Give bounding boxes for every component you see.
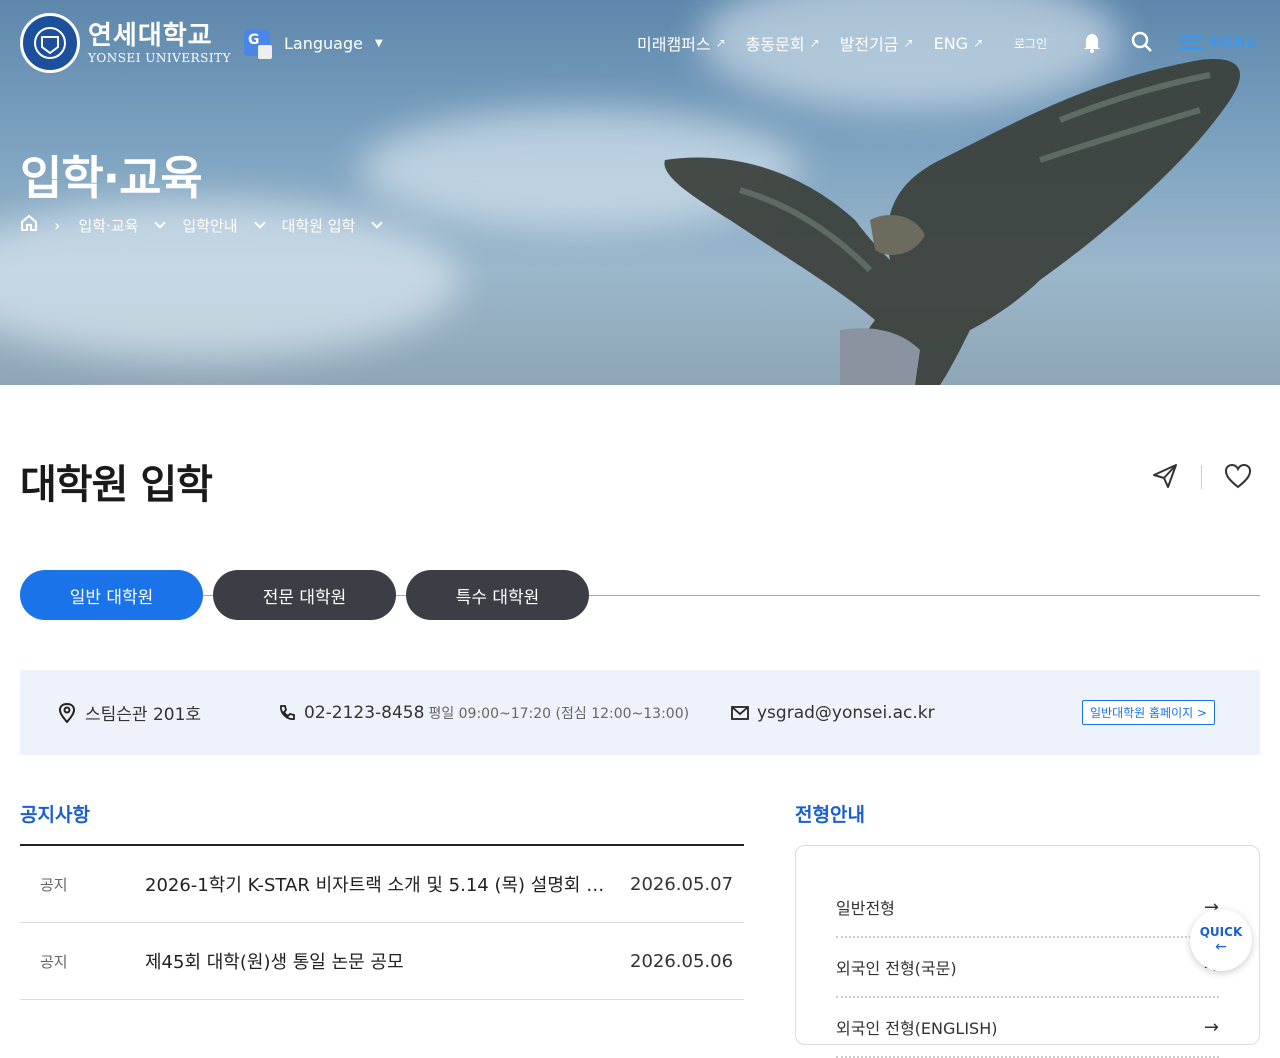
location-pin-icon — [58, 702, 76, 723]
breadcrumb-separator-icon: › — [54, 215, 61, 235]
nav-link-label: 미래캠퍼스 — [637, 35, 711, 54]
language-selector[interactable]: G Language ▼ — [244, 30, 383, 59]
nav-link-development-fund[interactable]: 발전기금 ↗ — [840, 31, 914, 55]
guide-item-foreign-english[interactable]: 외국인 전형(ENGLISH) → — [836, 998, 1219, 1058]
breadcrumb-item[interactable]: 입학·교육 — [78, 215, 138, 236]
divider — [1201, 465, 1202, 489]
home-icon[interactable] — [20, 214, 38, 236]
notice-row[interactable]: 공지 2026-1학기 K-STAR 비자트랙 소개 및 5.14 (목) 설명… — [20, 846, 744, 923]
contact-info-bar: 스팀슨관 201호 02-2123-8458 평일 09:00~17:20 (점… — [20, 670, 1260, 755]
chevron-down-icon[interactable] — [371, 217, 384, 229]
mail-icon — [731, 705, 749, 720]
university-logo[interactable]: 연세대학교 YONSEI UNIVERSITY — [20, 13, 231, 73]
guide-item-label: 일반전형 — [836, 899, 895, 918]
nav-link-label: 발전기금 — [839, 35, 899, 54]
notice-heading[interactable]: 공지사항 — [20, 800, 90, 827]
guide-item-label: 외국인 전형(ENGLISH) — [836, 1019, 998, 1038]
nav-link-alumni[interactable]: 총동문회 ↗ — [746, 31, 820, 55]
notification-bell-icon[interactable] — [1081, 31, 1103, 57]
nav-link-label: 총동문회 — [745, 35, 805, 54]
guide-item-foreign-korean[interactable]: 외국인 전형(국문) → — [836, 938, 1219, 998]
external-arrow-icon: ↗ — [715, 36, 726, 50]
guide-item-general[interactable]: 일반전형 → — [836, 878, 1219, 938]
guide-item-label: 외국인 전형(국문) — [836, 959, 957, 978]
login-link[interactable]: 로그인 — [1014, 35, 1047, 52]
google-translate-icon: G — [244, 30, 272, 59]
nav-link-label: ENG — [933, 33, 969, 53]
chevron-down-icon[interactable] — [253, 217, 266, 229]
notice-tag: 공지 — [40, 952, 68, 971]
favorite-heart-icon[interactable] — [1224, 463, 1252, 493]
email-info: ysgrad@yonsei.ac.kr — [731, 703, 935, 723]
caret-down-icon: ▼ — [374, 37, 383, 49]
notice-title[interactable]: 제45회 대학(원)생 통일 논문 공모 — [145, 948, 620, 974]
notice-row[interactable]: 공지 제45회 대학(원)생 통일 논문 공모 2026.05.06 — [20, 923, 744, 1000]
arrow-left-icon: ← — [1215, 939, 1227, 955]
page-title: 대학원 입학 — [20, 462, 213, 508]
search-icon[interactable] — [1131, 31, 1153, 57]
hero-title: 입학·교육 — [20, 151, 203, 205]
quick-label: QUICK — [1199, 925, 1243, 939]
external-arrow-icon: ↗ — [903, 36, 914, 50]
breadcrumb-item[interactable]: 대학원 입학 — [282, 215, 356, 236]
email-address[interactable]: ysgrad@yonsei.ac.kr — [757, 703, 935, 723]
external-arrow-icon: ↗ — [809, 36, 820, 50]
notice-tag: 공지 — [40, 875, 68, 894]
nav-link-english[interactable]: ENG ↗ — [934, 34, 984, 53]
breadcrumb-item[interactable]: 입학안내 — [182, 215, 237, 236]
university-seal-icon — [20, 13, 80, 73]
tab-special-graduate[interactable]: 특수 대학원 — [406, 570, 589, 620]
top-navigation-bar: 연세대학교 YONSEI UNIVERSITY G Language ▼ 미래캠… — [0, 0, 1280, 86]
notice-date: 2026.05.06 — [630, 950, 734, 972]
nav-link-future-campus[interactable]: 미래캠퍼스 ↗ — [637, 31, 726, 55]
tab-baseline — [20, 595, 1260, 596]
menu-button[interactable]: MENU — [1180, 31, 1258, 53]
phone-info: 02-2123-8458 평일 09:00~17:20 (점심 12:00~13… — [278, 703, 689, 723]
top-nav-links: 미래캠퍼스 ↗ 총동문회 ↗ 발전기금 ↗ ENG ↗ — [637, 31, 1003, 55]
share-icon[interactable] — [1151, 462, 1179, 494]
external-arrow-icon: ↗ — [973, 36, 984, 50]
hamburger-icon — [1180, 31, 1204, 53]
logo-korean-text: 연세대학교 — [88, 21, 213, 51]
chevron-down-icon[interactable] — [154, 217, 167, 229]
arrow-right-icon: → — [1203, 1016, 1219, 1038]
tab-general-graduate[interactable]: 일반 대학원 — [20, 570, 203, 620]
phone-icon — [280, 704, 295, 720]
tab-professional-graduate[interactable]: 전문 대학원 — [213, 570, 396, 620]
quick-menu-button[interactable]: QUICK ← — [1190, 909, 1252, 971]
menu-label: MENU — [1210, 32, 1258, 52]
location-text: 스팀슨관 201호 — [85, 705, 202, 725]
logo-english-text: YONSEI UNIVERSITY — [88, 51, 231, 65]
language-label: Language — [284, 33, 363, 53]
graduate-homepage-button[interactable]: 일반대학원 홈페이지 > — [1082, 700, 1216, 725]
breadcrumb: › 입학·교육 입학안내 대학원 입학 — [20, 214, 399, 236]
notice-title[interactable]: 2026-1학기 K-STAR 비자트랙 소개 및 5.14 (목) 설명회 사… — [145, 871, 620, 897]
office-hours: 평일 09:00~17:20 (점심 12:00~13:00) — [428, 705, 690, 722]
phone-number: 02-2123-8458 — [304, 702, 425, 723]
location-info: 스팀슨관 201호 — [58, 700, 201, 725]
notice-date: 2026.05.07 — [630, 873, 734, 895]
admission-guide-heading: 전형안내 — [795, 804, 865, 826]
